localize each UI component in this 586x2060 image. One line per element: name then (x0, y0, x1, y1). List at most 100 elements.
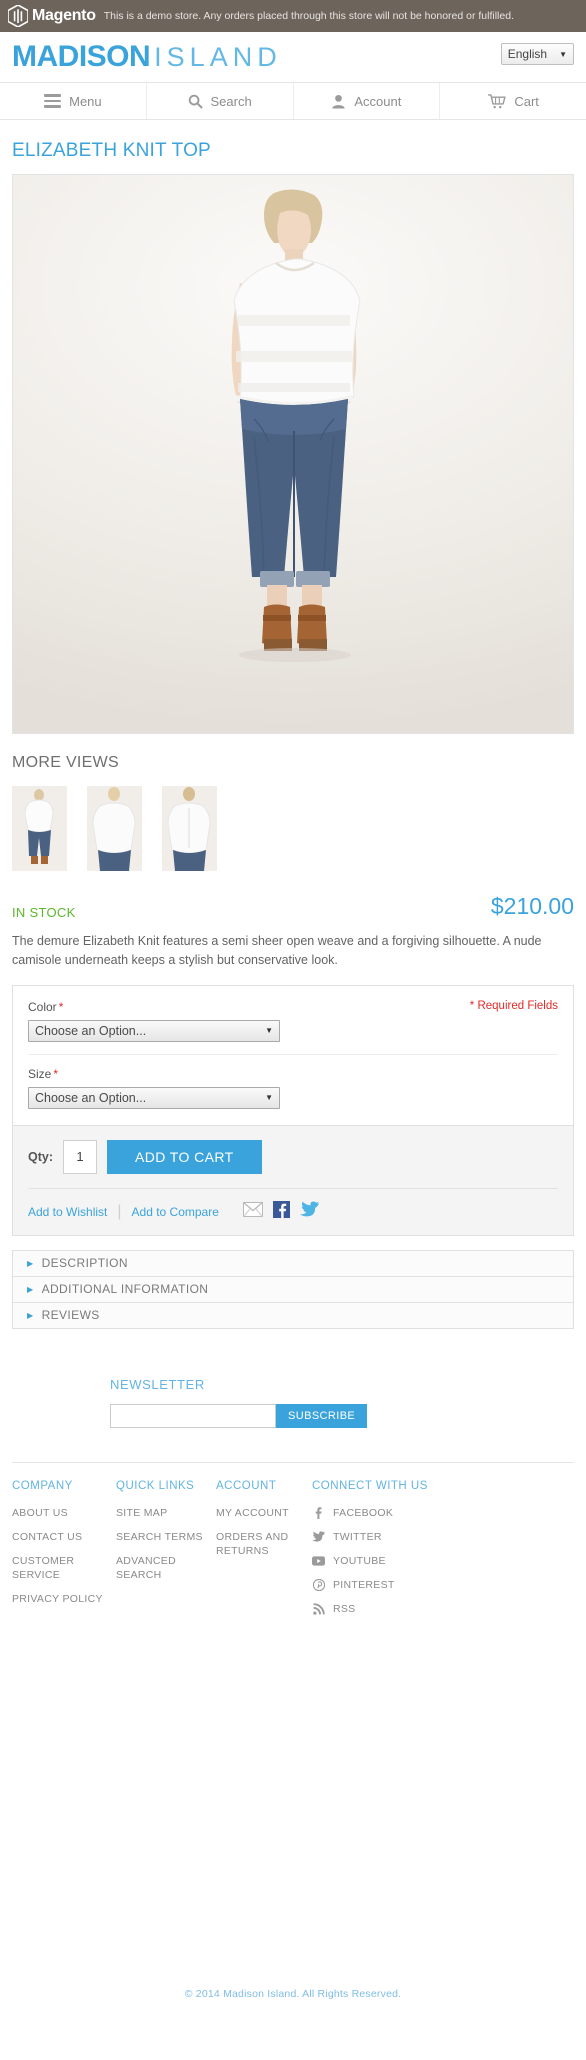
tab-description[interactable]: ▶ DESCRIPTION (13, 1250, 573, 1277)
chevron-down-icon: ▼ (265, 1093, 273, 1103)
search-icon (188, 94, 203, 109)
footer-columns: COMPANY ABOUT US CONTACT US CUSTOMER SER… (12, 1461, 574, 1627)
status-badge: IN STOCK (12, 905, 76, 920)
nav-item-menu-label: Menu (69, 93, 102, 109)
nav-item-account[interactable]: Account (294, 83, 441, 119)
site-header: MADISON ISLAND English ▼ (0, 32, 586, 82)
quantity-row: Qty: 1 ADD TO CART (28, 1139, 558, 1174)
footer-link-rss[interactable]: RSS (312, 1602, 432, 1616)
tab-additional-information[interactable]: ▶ ADDITIONAL INFORMATION (13, 1276, 573, 1303)
user-icon (331, 94, 346, 109)
footer-link-site-map[interactable]: SITE MAP (116, 1506, 216, 1520)
color-select-value: Choose an Option... (35, 1023, 147, 1038)
nav-item-cart[interactable]: Cart (440, 83, 586, 119)
color-select[interactable]: Choose an Option... ▼ (28, 1019, 280, 1042)
logo-island: ISLAND (154, 41, 282, 72)
tab-reviews-label: REVIEWS (41, 1308, 100, 1323)
footer-link-customer-service[interactable]: CUSTOMER SERVICE (12, 1554, 116, 1582)
youtube-icon (312, 1555, 325, 1568)
more-views-thumbnails (12, 786, 574, 871)
footer-column-account: ACCOUNT MY ACCOUNT ORDERS AND RETURNS (216, 1479, 312, 1627)
chevron-right-icon: ▶ (27, 1258, 34, 1268)
add-to-cart-button[interactable]: ADD TO CART (107, 1139, 262, 1174)
copyright-notice: © 2014 Madison Island. All Rights Reserv… (184, 1988, 402, 2000)
footer-link-search-terms[interactable]: SEARCH TERMS (116, 1530, 216, 1544)
footer-link-youtube[interactable]: YOUTUBE (312, 1554, 432, 1568)
required-fields-note: * Required Fields (469, 999, 558, 1012)
footer-link-youtube-label: YOUTUBE (333, 1555, 386, 1568)
nav-item-menu[interactable]: Menu (0, 83, 147, 119)
footer-heading-company: COMPANY (12, 1479, 73, 1492)
stock-and-price: IN STOCK $210.00 (12, 893, 574, 920)
hamburger-icon (44, 94, 62, 108)
size-select[interactable]: Choose an Option... ▼ (28, 1086, 280, 1109)
twitter-icon (312, 1530, 325, 1543)
facebook-icon[interactable] (272, 1200, 290, 1223)
product-photo-model (231, 189, 361, 662)
newsletter-email-input[interactable] (110, 1403, 276, 1428)
option-color-label-text: Color (28, 999, 57, 1014)
footer-link-privacy-policy[interactable]: PRIVACY POLICY (12, 1592, 116, 1606)
rss-icon (312, 1603, 325, 1616)
thumbnail-3[interactable] (162, 786, 217, 871)
product-main-image[interactable] (12, 174, 574, 734)
footer-link-pinterest[interactable]: PINTEREST (312, 1578, 432, 1592)
footer-link-advanced-search[interactable]: ADVANCED SEARCH (116, 1554, 216, 1582)
demo-store-notice: This is a demo store. Any orders placed … (103, 9, 514, 22)
add-to-wishlist-link[interactable]: Add to Wishlist (28, 1205, 107, 1219)
product-info-tabs: ▶ DESCRIPTION ▶ ADDITIONAL INFORMATION ▶… (12, 1249, 574, 1329)
nav-item-account-label: Account (354, 93, 402, 109)
newsletter-subscribe-button[interactable]: SUBSCRIBE (276, 1403, 368, 1428)
chevron-down-icon: ▼ (559, 49, 567, 59)
more-views-heading: MORE VIEWS (12, 754, 120, 771)
chevron-down-icon: ▼ (265, 1026, 273, 1036)
footer-link-orders-and-returns[interactable]: ORDERS AND RETURNS (216, 1530, 312, 1558)
logo-madison[interactable]: MADISON (12, 42, 151, 72)
nav-item-search[interactable]: Search (147, 83, 294, 119)
size-select-value: Choose an Option... (35, 1090, 147, 1105)
tab-description-label: DESCRIPTION (41, 1256, 128, 1271)
language-switcher-label: English (507, 47, 548, 61)
twitter-icon[interactable] (299, 1201, 319, 1222)
footer-column-connect: CONNECT WITH US FACEBOOK TWITTER YOUTUBE… (312, 1479, 432, 1627)
newsletter-heading: NEWSLETTER (110, 1376, 205, 1392)
language-switcher[interactable]: English ▼ (500, 43, 574, 65)
cart-icon (487, 93, 506, 109)
magento-mark-icon (7, 4, 29, 28)
nav-item-cart-label: Cart (514, 93, 539, 109)
quantity-input[interactable]: 1 (63, 1139, 97, 1174)
footer-link-twitter[interactable]: TWITTER (312, 1530, 432, 1544)
add-to-compare-link[interactable]: Add to Compare (132, 1205, 219, 1219)
tab-reviews[interactable]: ▶ REVIEWS (13, 1302, 573, 1329)
thumbnail-2[interactable] (87, 786, 142, 871)
footer-link-contact-us[interactable]: CONTACT US (12, 1530, 116, 1544)
required-asterisk: * (58, 999, 64, 1014)
pinterest-icon (312, 1579, 325, 1592)
email-icon[interactable] (242, 1201, 263, 1222)
footer-link-about-us[interactable]: ABOUT US (12, 1506, 116, 1520)
chevron-right-icon: ▶ (27, 1310, 34, 1320)
footer-column-quick-links: QUICK LINKS SITE MAP SEARCH TERMS ADVANC… (116, 1479, 216, 1627)
main-navigation: Menu Search Account Cart (0, 82, 586, 120)
option-color: Color * * Required Fields Choose an Optio… (28, 1000, 558, 1054)
thumbnail-1[interactable] (12, 786, 67, 871)
product-secondary-links: Add to Wishlist | Add to Compare (28, 1187, 558, 1223)
footer-heading-account: ACCOUNT (216, 1479, 277, 1492)
magento-logo: Magento (7, 4, 96, 28)
footer-column-company: COMPANY ABOUT US CONTACT US CUSTOMER SER… (12, 1479, 116, 1627)
footer-link-twitter-label: TWITTER (333, 1530, 382, 1543)
share-icons (242, 1200, 319, 1223)
product-short-description: The demure Elizabeth Knit features a sem… (12, 934, 542, 968)
magento-wordmark: Magento (32, 7, 96, 24)
page-title: ELIZABETH KNIT TOP (12, 140, 211, 161)
footer-heading-connect: CONNECT WITH US (312, 1479, 428, 1492)
footer-link-facebook[interactable]: FACEBOOK (312, 1506, 432, 1520)
footer-link-pinterest-label: PINTEREST (333, 1579, 395, 1592)
footer-link-my-account[interactable]: MY ACCOUNT (216, 1506, 312, 1520)
option-size-label: Size * (28, 1067, 558, 1081)
tab-additional-information-label: ADDITIONAL INFORMATION (41, 1282, 209, 1297)
product-options-form: Color * * Required Fields Choose an Optio… (12, 984, 574, 1236)
required-asterisk: * (53, 1066, 59, 1081)
product-price: $210.00 (490, 893, 574, 919)
option-size-label-text: Size (28, 1066, 52, 1081)
